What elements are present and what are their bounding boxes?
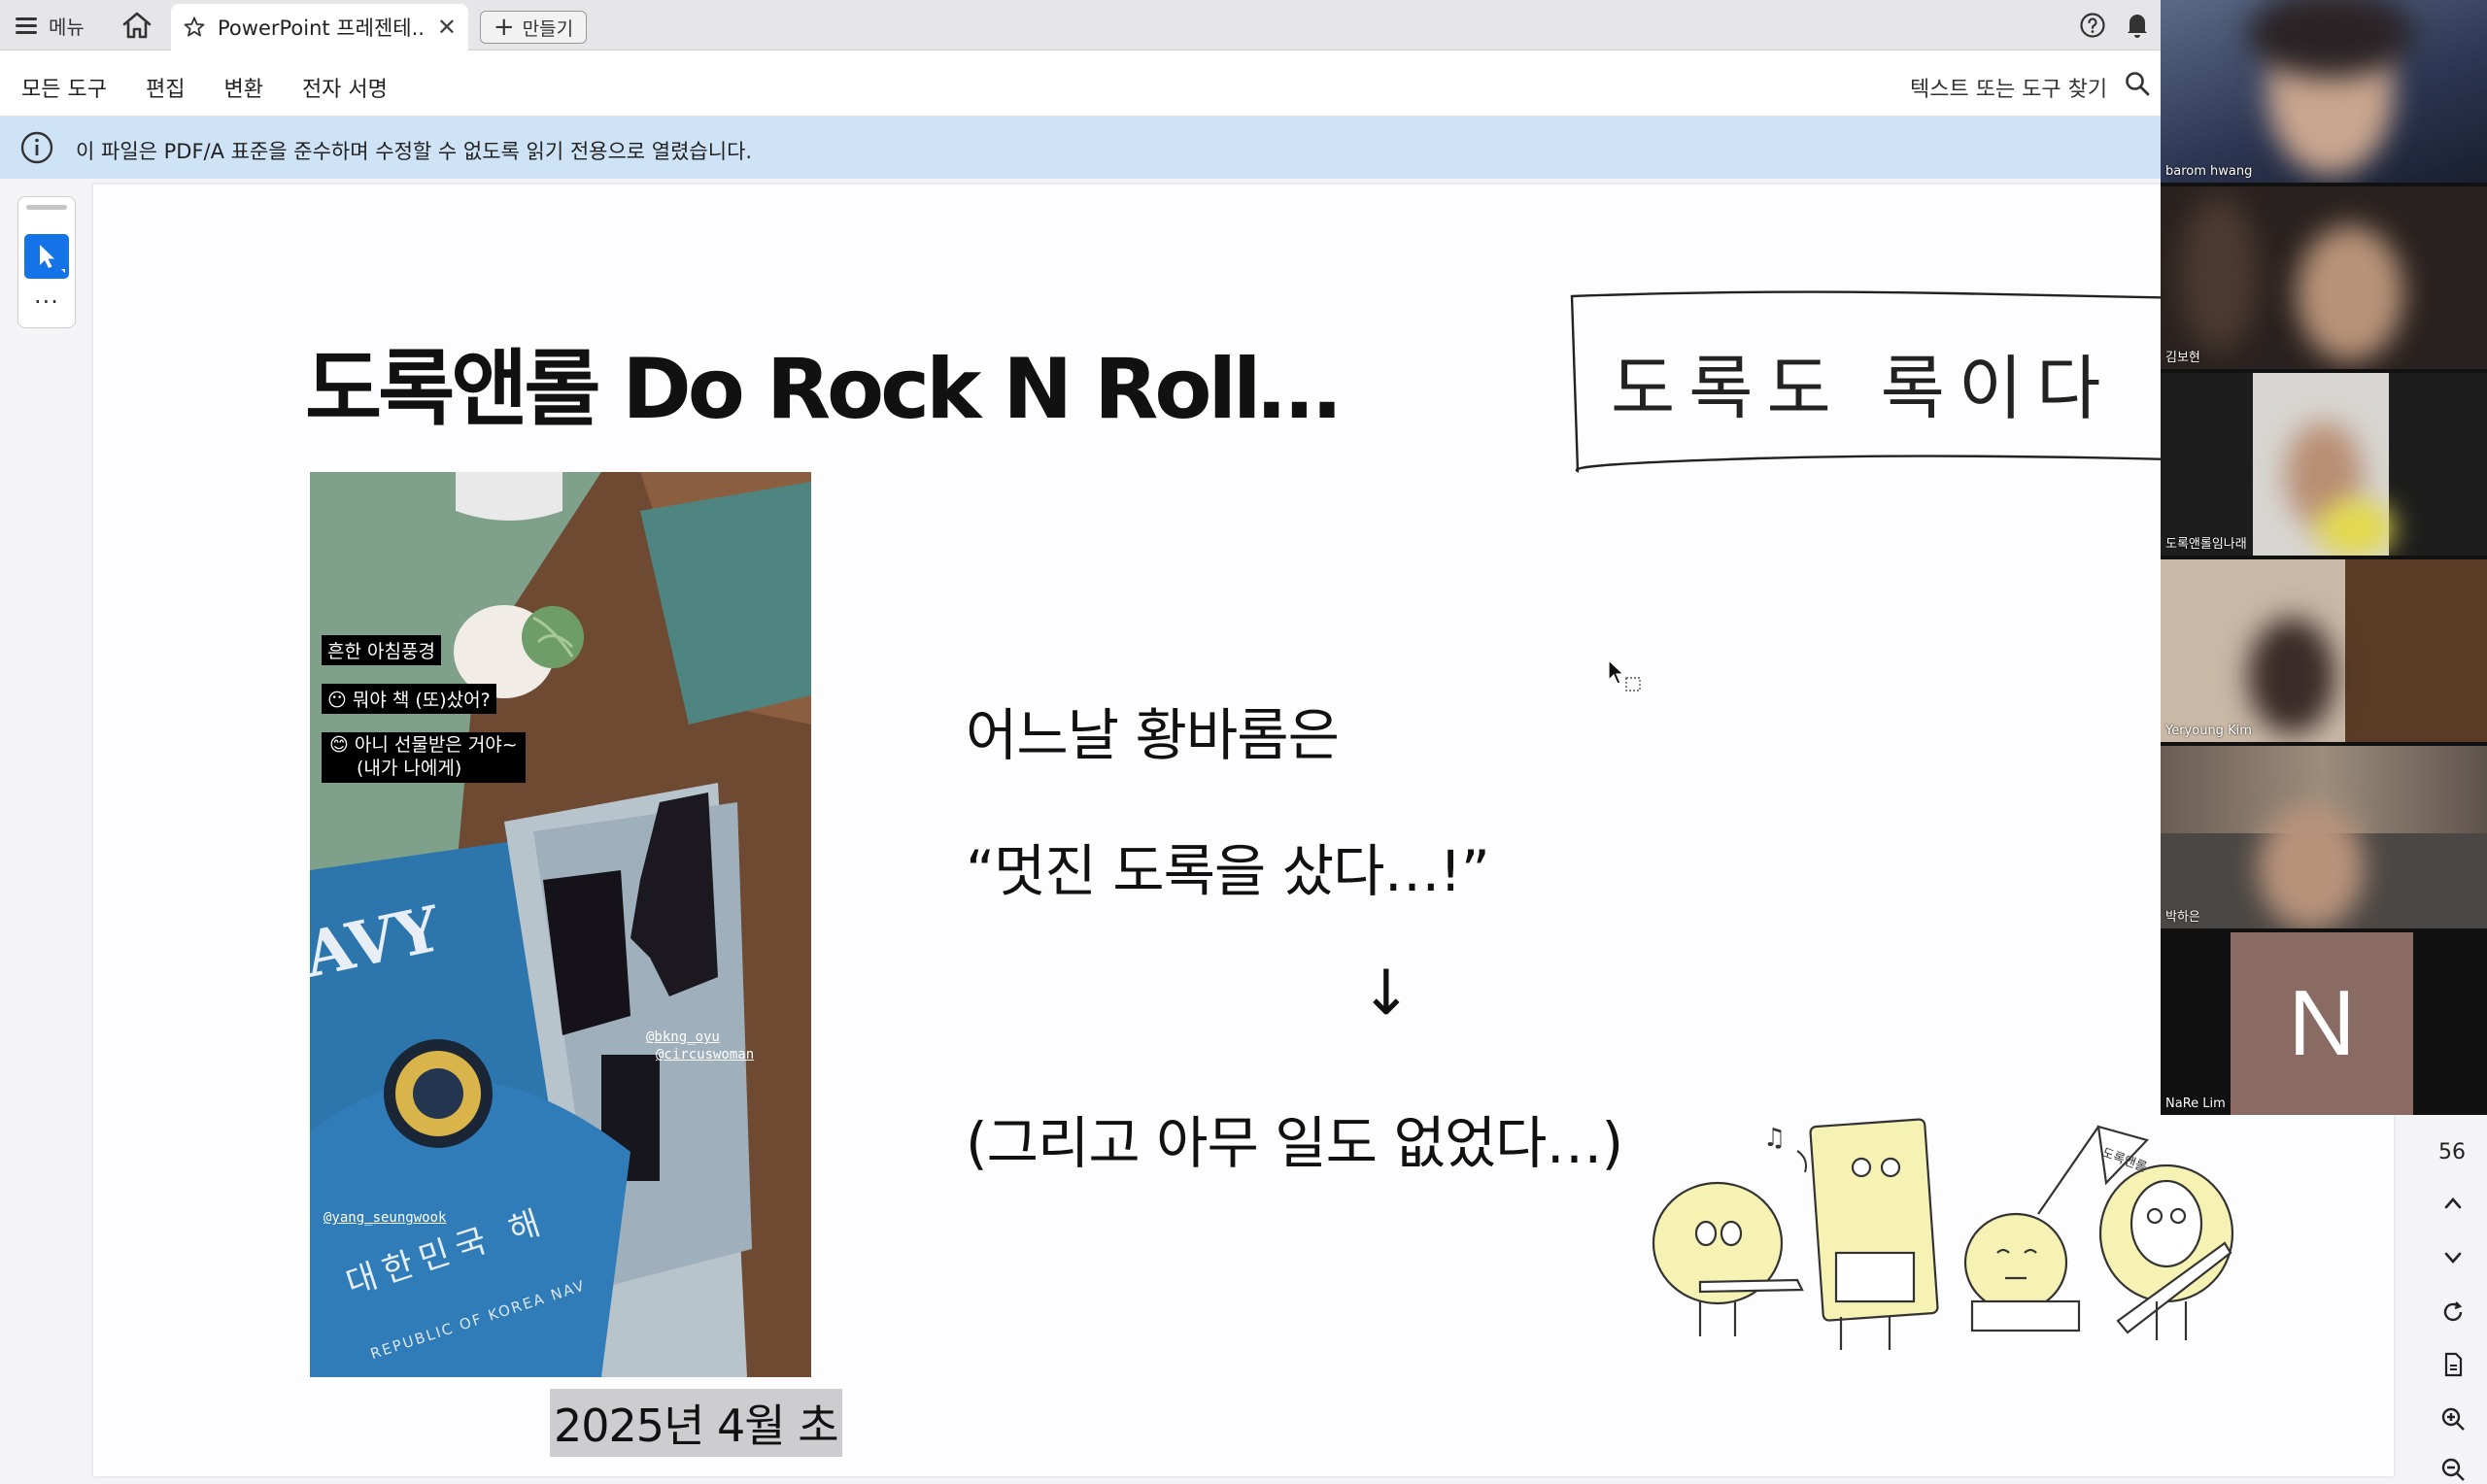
toolbar-menu: 모든 도구 편집 변환 전자 서명: [21, 72, 388, 103]
handwritten-sign-text: 도록도 록이다: [1611, 348, 2114, 429]
find-text-or-tools[interactable]: 텍스트 또는 도구 찾기: [1910, 72, 2107, 103]
story-photo: AVY 흔한 아침풍경 😶 뭐야 책 (또)샀어? 😊 아니 선물받은 거야~ …: [310, 472, 811, 1377]
document-viewport[interactable]: 도록앤롤 Do Rock N Roll… AVY 흔한 아침풍경 😶 뭐야 책 …: [93, 185, 2394, 1484]
title-tab-bar: 메뉴 PowerPoint 프레젠테... ✕ + 만들기: [0, 0, 2487, 51]
search-icon[interactable]: [2124, 70, 2151, 97]
down-arrow-glyph: ↓: [1360, 958, 1413, 1029]
mouse-pointer-icon: [1608, 658, 1641, 691]
hamburger-icon: [16, 17, 37, 34]
more-tools-icon[interactable]: ···: [18, 288, 75, 316]
participant-name: Yeryoung Kim: [2165, 724, 2252, 738]
mention-yang: @yang_seungwook: [324, 1210, 447, 1226]
plus-icon: +: [493, 13, 515, 42]
app-window: 메뉴 PowerPoint 프레젠테... ✕ + 만들기 모든 도구 편집 변…: [0, 0, 2487, 1484]
banner-message: 이 파일은 PDF/A 표준을 준수하며 수정할 수 없도록 읽기 전용으로 열…: [76, 140, 753, 163]
participant-name: barom hwang: [2165, 164, 2253, 179]
participant-name: NaRe Lim: [2165, 1096, 2226, 1111]
notification-bell-icon[interactable]: [2124, 10, 2151, 39]
handwritten-sign: 도록도 록이다: [1570, 290, 2242, 473]
page-navigation-rail: 56: [2417, 1107, 2487, 1484]
menu-edit[interactable]: 편집: [146, 72, 185, 103]
main-toolbar: 모든 도구 편집 변환 전자 서명 텍스트 또는 도구 찾기: [0, 51, 2487, 117]
participant-name: 도록앤롤임나래: [2165, 537, 2247, 552]
face-emoji-icon: 😶: [327, 690, 353, 711]
menu-all-tools[interactable]: 모든 도구: [21, 72, 107, 103]
mention-circus: @circuswoman: [656, 1047, 755, 1062]
zoom-out-icon[interactable]: [2438, 1455, 2468, 1484]
band-doodle-illustration: ♫ 도록앤롤: [1652, 1118, 2234, 1350]
story-line-1: 어느날 황바롬은: [966, 702, 1340, 768]
menu-label: 메뉴: [49, 15, 85, 39]
close-tab-icon[interactable]: ✕: [437, 14, 457, 41]
tab-title: PowerPoint 프레젠테...: [218, 17, 426, 40]
mention-bkng: @bkng_oyu: [646, 1029, 720, 1045]
participant-name: 박하은: [2165, 910, 2200, 925]
participant-tile-1[interactable]: barom hwang: [2161, 0, 2487, 183]
quick-tools-palette: ···: [17, 196, 76, 328]
photo-illustration: AVY: [310, 472, 811, 1377]
current-page-number[interactable]: 56: [2417, 1140, 2487, 1164]
help-icon[interactable]: [2079, 12, 2106, 39]
story-line-2: “멋진 도록을 샀다…!”: [966, 838, 1490, 904]
create-button[interactable]: + 만들기: [480, 11, 587, 44]
smile-emoji-icon: 😊: [329, 734, 355, 756]
participant-avatar: N: [2231, 932, 2413, 1115]
sticker-3-text: 아니 선물받은 거야~: [354, 734, 518, 756]
document-info-icon[interactable]: [2438, 1350, 2468, 1379]
create-label: 만들기: [522, 17, 574, 40]
menu-button[interactable]: 메뉴: [16, 8, 85, 43]
slide-title: 도록앤롤 Do Rock N Roll…: [305, 341, 1341, 438]
read-only-banner: 이 파일은 PDF/A 표준을 준수하며 수정할 수 없도록 읽기 전용으로 열…: [0, 117, 2487, 179]
participant-name: 김보현: [2165, 351, 2200, 365]
story-sticker-1: 흔한 아침풍경: [322, 635, 441, 665]
story-sticker-3: 😊 아니 선물받은 거야~ (내가 나에게): [322, 732, 526, 783]
info-icon: [20, 131, 53, 164]
participant-tile-2[interactable]: 김보현: [2161, 186, 2487, 369]
story-sticker-2: 😶 뭐야 책 (또)샀어?: [322, 684, 496, 714]
slide-page: 도록앤롤 Do Rock N Roll… AVY 흔한 아침풍경 😶 뭐야 책 …: [93, 185, 2394, 1476]
palette-grip[interactable]: [26, 205, 67, 210]
date-caption: 2025년 4월 초: [550, 1389, 842, 1457]
cursor-arrow-icon: [40, 245, 65, 273]
zoom-in-icon[interactable]: [2438, 1404, 2468, 1433]
participant-tile-5[interactable]: 박하은: [2161, 746, 2487, 928]
svg-text:♫: ♫: [1763, 1124, 1786, 1153]
story-line-3: (그리고 아무 일도 없었다…): [966, 1110, 1623, 1176]
left-tool-rail: ···: [0, 179, 93, 1484]
participant-tile-6[interactable]: N NaRe Lim: [2161, 932, 2487, 1115]
document-tab[interactable]: PowerPoint 프레젠테... ✕: [171, 4, 468, 51]
participant-tile-3[interactable]: 도록앤롤임나래: [2161, 373, 2487, 556]
menu-convert[interactable]: 변환: [223, 72, 262, 103]
previous-page-icon[interactable]: [2438, 1189, 2468, 1218]
participant-tile-4[interactable]: Yeryoung Kim: [2161, 559, 2487, 742]
sticker-3b-text: (내가 나에게): [357, 757, 462, 779]
star-icon[interactable]: [183, 16, 206, 39]
home-icon[interactable]: [120, 10, 153, 41]
menu-e-sign[interactable]: 전자 서명: [302, 72, 388, 103]
select-tool-button[interactable]: [24, 234, 69, 279]
next-page-icon[interactable]: [2438, 1243, 2468, 1272]
rotate-icon[interactable]: [2438, 1298, 2468, 1327]
sticker-2-text: 뭐야 책 (또)샀어?: [352, 690, 491, 711]
video-call-panel: barom hwang 김보현 도록앤롤임나래 Yeryoung Kim 박하은…: [2161, 0, 2487, 1115]
